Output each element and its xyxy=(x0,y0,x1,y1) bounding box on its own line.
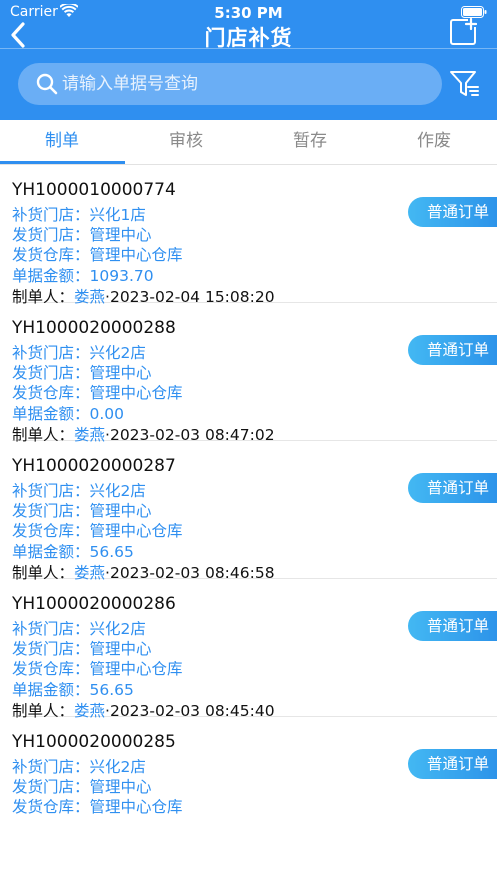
replenish-store: 补货门店：兴化2店 xyxy=(12,758,146,776)
order-amount: 单据金额：56.65 xyxy=(12,543,134,561)
replenish-store: 补货门店：兴化2店 xyxy=(12,344,146,362)
ship-warehouse: 发货仓库：管理中心仓库 xyxy=(12,384,183,402)
search-input[interactable] xyxy=(62,63,422,105)
tab-draft[interactable]: 制单 xyxy=(0,120,124,164)
replenish-store: 补货门店：兴化2店 xyxy=(12,620,146,638)
active-tab-indicator xyxy=(0,161,125,164)
order-list: YH1000010000774 补货门店：兴化1店 发货门店：管理中心 发货仓库… xyxy=(0,165,497,854)
order-type-badge: 普通订单 xyxy=(408,749,497,779)
search-icon xyxy=(36,73,58,95)
order-type-badge: 普通订单 xyxy=(408,473,497,503)
order-number: YH1000020000285 xyxy=(12,732,176,752)
order-type-badge: 普通订单 xyxy=(408,335,497,365)
status-tabs: 制单 审核 暂存 作废 xyxy=(0,120,497,165)
list-item[interactable]: YH1000020000285 补货门店：兴化2店 发货门店：管理中心 发货仓库… xyxy=(12,717,497,854)
tab-saved[interactable]: 暂存 xyxy=(248,120,372,164)
ship-store: 发货门店：管理中心 xyxy=(12,226,152,244)
status-time: 5:30 PM xyxy=(214,4,283,22)
ship-warehouse: 发货仓库：管理中心仓库 xyxy=(12,798,183,816)
order-number: YH1000020000288 xyxy=(12,318,176,338)
list-item[interactable]: YH1000020000288 补货门店：兴化2店 发货门店：管理中心 发货仓库… xyxy=(12,303,497,444)
ship-store: 发货门店：管理中心 xyxy=(12,364,152,382)
ship-warehouse: 发货仓库：管理中心仓库 xyxy=(12,246,183,264)
tab-void[interactable]: 作废 xyxy=(372,120,496,164)
nav-bar: 门店补货 xyxy=(0,18,497,50)
search-bar[interactable] xyxy=(18,63,442,105)
order-amount: 单据金额：1093.70 xyxy=(12,267,154,285)
list-item[interactable]: YH1000020000287 补货门店：兴化2店 发货门店：管理中心 发货仓库… xyxy=(12,441,497,582)
header-divider xyxy=(0,48,497,49)
order-amount: 单据金额：0.00 xyxy=(12,405,125,423)
ship-warehouse: 发货仓库：管理中心仓库 xyxy=(12,522,183,540)
battery-icon xyxy=(461,6,487,18)
replenish-store: 补货门店：兴化1店 xyxy=(12,206,146,224)
ship-store: 发货门店：管理中心 xyxy=(12,502,152,520)
ship-store: 发货门店：管理中心 xyxy=(12,640,152,658)
replenish-store: 补货门店：兴化2店 xyxy=(12,482,146,500)
tab-review[interactable]: 审核 xyxy=(124,120,248,164)
list-item[interactable]: YH1000020000286 补货门店：兴化2店 发货门店：管理中心 发货仓库… xyxy=(12,579,497,720)
filter-icon[interactable] xyxy=(448,68,480,100)
order-number: YH1000020000287 xyxy=(12,456,176,476)
add-document-icon[interactable] xyxy=(449,18,477,46)
order-amount: 单据金额：56.65 xyxy=(12,681,134,699)
ship-store: 发货门店：管理中心 xyxy=(12,778,152,796)
list-item[interactable]: YH1000010000774 补货门店：兴化1店 发货门店：管理中心 发货仓库… xyxy=(12,165,497,306)
order-type-badge: 普通订单 xyxy=(408,611,497,641)
ship-warehouse: 发货仓库：管理中心仓库 xyxy=(12,660,183,678)
order-number: YH1000020000286 xyxy=(12,594,176,614)
order-number: YH1000010000774 xyxy=(12,180,176,200)
order-type-badge: 普通订单 xyxy=(408,197,497,227)
app-header: Carrier 5:30 PM 门店补货 xyxy=(0,0,497,120)
